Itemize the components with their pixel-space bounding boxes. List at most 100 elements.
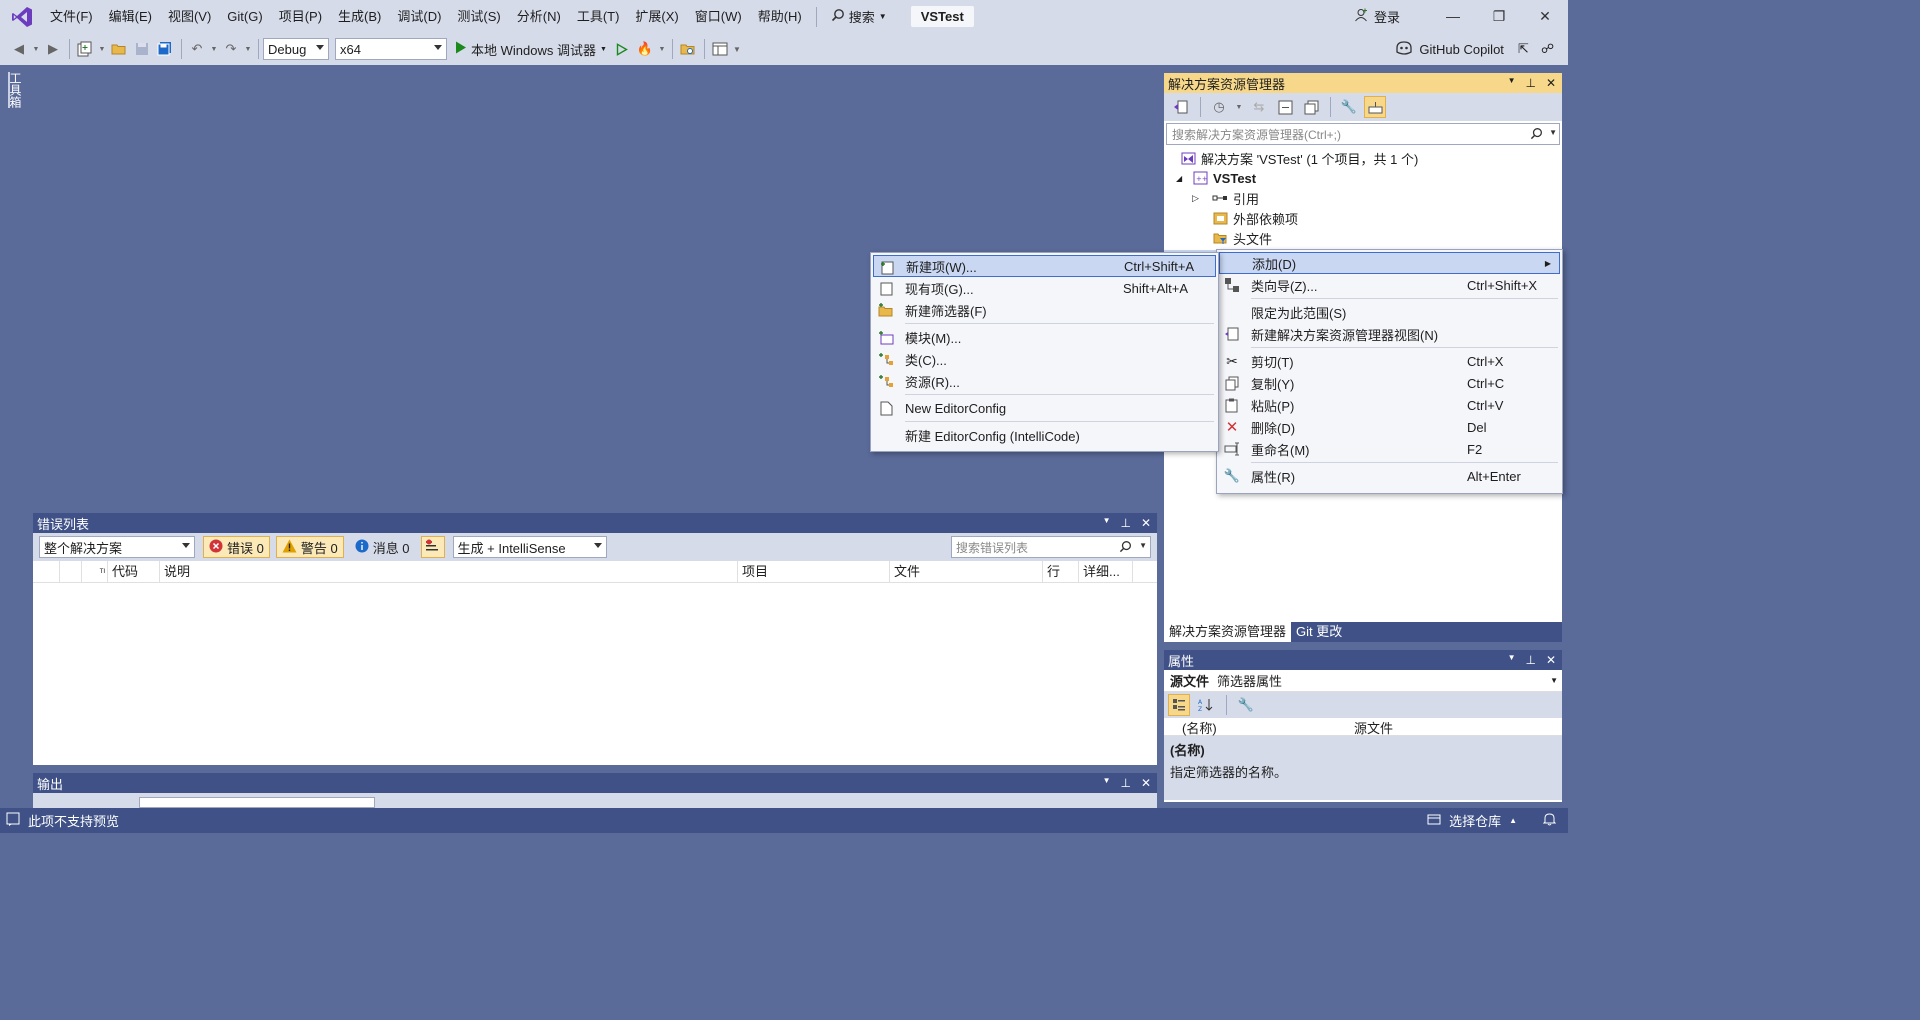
- menu-view[interactable]: 视图(V): [160, 0, 219, 33]
- categorized-icon[interactable]: [1168, 694, 1190, 716]
- menu-build[interactable]: 生成(B): [330, 0, 389, 33]
- tree-item-references[interactable]: ▷ 引用: [1164, 188, 1562, 208]
- pin-icon[interactable]: ⊥: [1120, 516, 1130, 530]
- start-debugging-button[interactable]: 本地 Windows 调试器 ▼: [455, 40, 607, 59]
- menu-tools[interactable]: 工具(T): [569, 0, 628, 33]
- chevron-down-icon[interactable]: ▼: [1549, 128, 1557, 137]
- submenu-existing-item[interactable]: 现有项(G)... Shift+Alt+A: [871, 277, 1218, 299]
- share-icon[interactable]: ⇱: [1518, 41, 1529, 57]
- submenu-new-editorconfig[interactable]: New EditorConfig: [871, 397, 1218, 419]
- restore-button[interactable]: ❐: [1476, 0, 1522, 33]
- tab-git-changes[interactable]: Git 更改: [1291, 622, 1347, 642]
- properties-wrench-icon[interactable]: 🔧: [1338, 96, 1360, 118]
- column-line[interactable]: 行: [1043, 560, 1079, 583]
- dropdown-icon[interactable]: ▼: [1508, 653, 1516, 667]
- context-menu-class-wizard[interactable]: 类向导(Z)... Ctrl+Shift+X: [1217, 274, 1562, 296]
- hot-reload-icon[interactable]: 🔥: [634, 38, 656, 60]
- back-dropdown-icon[interactable]: ▼: [31, 38, 41, 60]
- sync-icon[interactable]: ⇆: [1248, 96, 1270, 118]
- open-folder-icon[interactable]: [108, 38, 130, 60]
- column-file[interactable]: 文件: [890, 560, 1043, 583]
- context-menu-properties[interactable]: 🔧 属性(R) Alt+Enter: [1217, 465, 1562, 487]
- column-suppression[interactable]: [60, 560, 82, 583]
- select-repo-button[interactable]: 选择仓库: [1449, 811, 1501, 830]
- tree-item-solution[interactable]: 解决方案 'VSTest' (1 个项目，共 1 个): [1164, 148, 1562, 168]
- column-code[interactable]: 代码: [108, 560, 160, 583]
- property-row-name[interactable]: (名称) 源文件: [1164, 718, 1562, 736]
- minimize-button[interactable]: —: [1430, 0, 1476, 33]
- menu-git[interactable]: Git(G): [219, 0, 270, 33]
- expanded-arrow-icon[interactable]: ◢: [1176, 174, 1192, 183]
- dropdown-icon[interactable]: ▼: [1103, 516, 1111, 530]
- pending-changes-icon[interactable]: ◷: [1208, 96, 1230, 118]
- menu-test[interactable]: 测试(S): [449, 0, 508, 33]
- tab-solution-explorer[interactable]: 解决方案资源管理器: [1164, 622, 1292, 642]
- property-pages-wrench-icon[interactable]: 🔧: [1235, 694, 1257, 716]
- collapsed-arrow-icon[interactable]: ▷: [1192, 193, 1212, 204]
- messages-filter-button[interactable]: 消息 0: [350, 536, 415, 558]
- back-icon[interactable]: ◀: [8, 38, 30, 60]
- feedback-icon[interactable]: ☍: [1541, 41, 1554, 57]
- context-menu-copy[interactable]: 复制(Y) Ctrl+C: [1217, 372, 1562, 394]
- context-menu-paste[interactable]: 粘贴(P) Ctrl+V: [1217, 394, 1562, 416]
- search-button[interactable]: 搜索 ▼: [823, 7, 895, 26]
- close-icon[interactable]: ✕: [1546, 653, 1556, 667]
- menu-edit[interactable]: 编辑(E): [101, 0, 160, 33]
- error-scope-select[interactable]: 整个解决方案: [39, 536, 195, 558]
- context-menu-cut[interactable]: ✂ 剪切(T) Ctrl+X: [1217, 350, 1562, 372]
- menu-help[interactable]: 帮助(H): [750, 0, 810, 33]
- context-menu-scope-to-this[interactable]: 限定为此范围(S): [1217, 301, 1562, 323]
- column-description[interactable]: 说明: [160, 560, 738, 583]
- close-window-button[interactable]: ✕: [1522, 0, 1568, 33]
- save-all-icon[interactable]: [154, 38, 176, 60]
- preview-selected-icon[interactable]: [1364, 96, 1386, 118]
- toolbox-tab[interactable]: 工具箱: [8, 72, 24, 108]
- menu-debug[interactable]: 调试(D): [389, 0, 449, 33]
- context-menu-add[interactable]: 添加(D) ▶: [1219, 252, 1560, 274]
- property-name-value[interactable]: 源文件: [1352, 718, 1393, 736]
- pin-icon[interactable]: ⊥: [1525, 76, 1535, 90]
- visual-studio-logo-icon[interactable]: [8, 3, 36, 31]
- notifications-bell-icon[interactable]: [1542, 812, 1557, 829]
- window-layout-icon[interactable]: [709, 38, 731, 60]
- alphabetical-icon[interactable]: AZ: [1195, 694, 1217, 716]
- chevron-up-icon[interactable]: ▲: [1509, 816, 1517, 825]
- submenu-class[interactable]: 类(C)...: [871, 348, 1218, 370]
- close-icon[interactable]: ✕: [1141, 516, 1151, 530]
- submenu-new-filter[interactable]: 新建筛选器(F): [871, 299, 1218, 321]
- solution-search-input[interactable]: 搜索解决方案资源管理器(Ctrl+;): [1172, 126, 1341, 143]
- column-sort[interactable]: ᵀᴵ: [82, 560, 108, 583]
- menu-project[interactable]: 项目(P): [271, 0, 330, 33]
- context-menu-new-view[interactable]: 新建解决方案资源管理器视图(N): [1217, 323, 1562, 345]
- redo-icon[interactable]: ↷: [220, 38, 242, 60]
- dropdown-icon[interactable]: ▼: [1103, 776, 1111, 790]
- solution-search-box[interactable]: 搜索解决方案资源管理器(Ctrl+;) ▼: [1166, 123, 1560, 145]
- undo-icon[interactable]: ↶: [186, 38, 208, 60]
- error-search-box[interactable]: 搜索错误列表 ▼: [951, 536, 1151, 558]
- signin-button[interactable]: 登录: [1354, 7, 1400, 26]
- context-menu-delete[interactable]: ✕ 删除(D) Del: [1217, 416, 1562, 438]
- tree-item-project[interactable]: ◢ ++ VSTest: [1164, 168, 1562, 188]
- menu-extensions[interactable]: 扩展(X): [627, 0, 686, 33]
- context-menu-rename[interactable]: 重命名(M) F2: [1217, 438, 1562, 460]
- switch-views-icon[interactable]: [1170, 96, 1192, 118]
- toolbar-overflow-icon[interactable]: ▼: [732, 38, 742, 60]
- menu-analyze[interactable]: 分析(N): [509, 0, 569, 33]
- start-without-debugging-icon[interactable]: [611, 38, 633, 60]
- new-dropdown-icon[interactable]: ▼: [97, 38, 107, 60]
- error-search-input[interactable]: 搜索错误列表: [956, 539, 1028, 556]
- menu-file[interactable]: 文件(F): [42, 0, 101, 33]
- submenu-module[interactable]: 模块(M)...: [871, 326, 1218, 348]
- tree-item-external-deps[interactable]: 外部依赖项: [1164, 208, 1562, 228]
- pending-dropdown-icon[interactable]: ▼: [1234, 96, 1244, 118]
- warnings-filter-button[interactable]: 警告 0: [275, 536, 344, 558]
- configuration-select[interactable]: Debug: [263, 38, 329, 60]
- column-details[interactable]: 详细...: [1079, 560, 1133, 583]
- chevron-down-icon[interactable]: ▼: [1139, 541, 1147, 550]
- browse-folder-icon[interactable]: [677, 38, 699, 60]
- dropdown-icon[interactable]: ▼: [1508, 76, 1516, 90]
- submenu-resource[interactable]: 资源(R)...: [871, 370, 1218, 392]
- save-icon[interactable]: [131, 38, 153, 60]
- redo-dropdown-icon[interactable]: ▼: [243, 38, 253, 60]
- close-icon[interactable]: ✕: [1546, 76, 1556, 90]
